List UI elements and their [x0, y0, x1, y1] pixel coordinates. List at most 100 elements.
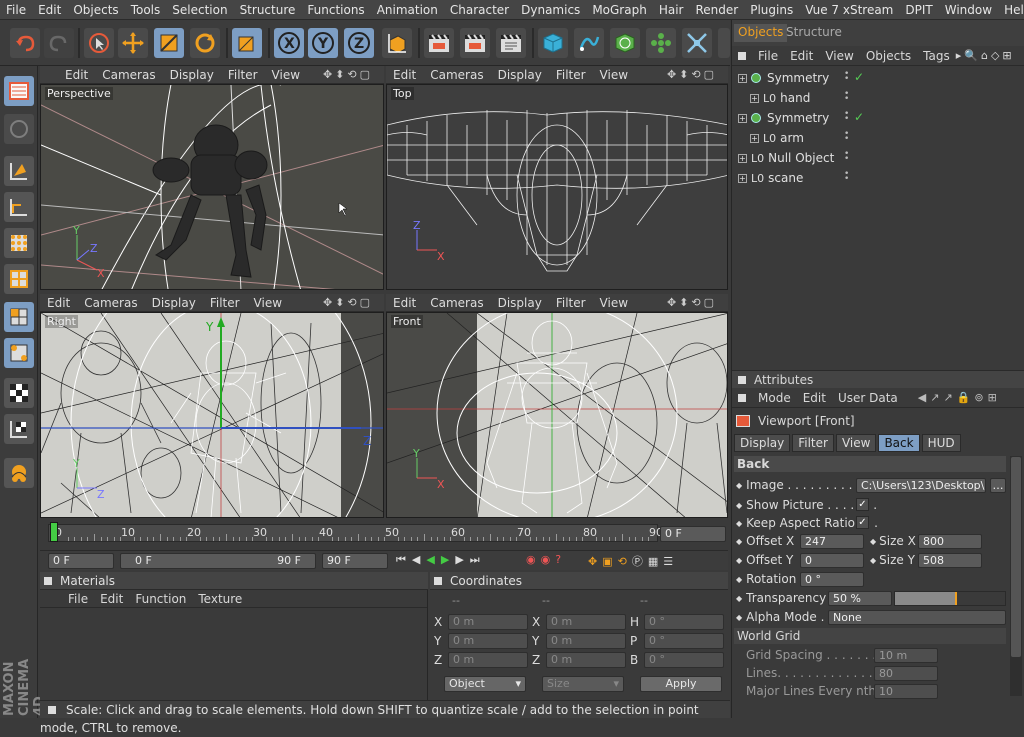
sculpt-icon[interactable] — [4, 458, 34, 488]
transparency-field[interactable]: 50 % — [828, 591, 892, 606]
materials-menu-edit[interactable]: Edit — [94, 592, 129, 606]
visibility-dots[interactable]: • • — [844, 130, 849, 144]
rotate-icon[interactable] — [190, 28, 220, 58]
vp-menu-display[interactable]: Display — [491, 68, 549, 82]
tab-structure[interactable]: Structure — [782, 24, 846, 42]
materials-menu-function[interactable]: Function — [129, 592, 192, 606]
coord-value-field[interactable]: 0 m — [546, 633, 626, 649]
attr-menu-edit[interactable]: Edit — [797, 391, 832, 405]
lines-field[interactable]: 80 — [874, 666, 938, 681]
current-frame-field[interactable]: 0 F — [660, 526, 726, 542]
viewport-nav-icons[interactable]: ✥⬍⟲▢ — [660, 296, 724, 309]
expand-icon[interactable]: + — [750, 93, 759, 103]
y-axis-icon[interactable]: Y — [308, 28, 338, 58]
objects-menu-edit[interactable]: Edit — [784, 49, 819, 63]
menu-hair[interactable]: Hair — [653, 3, 690, 17]
vp-menu-edit[interactable]: Edit — [386, 296, 423, 310]
coord-value-field[interactable]: 0 m — [546, 652, 626, 668]
attr-tab-hud[interactable]: HUD — [921, 434, 961, 452]
object-row[interactable]: + L0 arm — [738, 128, 804, 148]
expand-icon[interactable]: + — [738, 173, 747, 183]
vp-menu-edit[interactable]: Edit — [386, 68, 423, 82]
image-path-field[interactable]: C:\Users\123\Desktop\ — [856, 478, 986, 493]
edges-mode-icon[interactable] — [4, 264, 34, 294]
key-parameter-icon[interactable]: Ⓟ — [632, 555, 648, 568]
use-model-mode-icon[interactable] — [4, 76, 34, 106]
front-viewport[interactable]: Y X Front — [386, 312, 728, 518]
object-row[interactable]: + L0 Null Object — [738, 148, 834, 168]
coord-mode-select[interactable]: Object ▾ — [444, 676, 526, 692]
right-viewport[interactable]: Y Z Y Z Right — [40, 312, 384, 518]
vp-menu-filter[interactable]: Filter — [221, 68, 265, 82]
offset-x-field[interactable]: 247 — [800, 534, 864, 549]
render-settings-icon[interactable] — [496, 28, 526, 58]
menu-objects[interactable]: Objects — [67, 3, 124, 17]
range-slider[interactable]: 0 F 90 F — [120, 553, 316, 569]
show-picture-checkbox[interactable]: ✓ — [856, 498, 869, 511]
menu-help[interactable]: Help — [998, 3, 1024, 17]
scheme-icon[interactable]: ☰ — [663, 555, 678, 568]
viewport-nav-icons[interactable]: ✥⬍⟲▢ — [660, 68, 724, 81]
undo-icon[interactable] — [10, 28, 40, 58]
transparency-slider[interactable] — [894, 591, 1006, 606]
timeline-ruler[interactable]: 0 10 20 30 40 50 60 70 80 90 — [48, 524, 663, 542]
menu-dpit[interactable]: DPIT — [899, 3, 938, 17]
start-frame-field[interactable]: 0 F — [48, 553, 114, 569]
vp-menu-cameras[interactable]: Cameras — [95, 68, 162, 82]
objects-menu-file[interactable]: File — [752, 49, 784, 63]
key-rotation-icon[interactable]: ⟲ — [618, 555, 632, 568]
tab-objects[interactable]: Objects — [734, 24, 788, 42]
go-to-end-icon[interactable]: ⏭ — [470, 553, 486, 566]
perspective-viewport[interactable]: Y X Z Perspective — [40, 84, 384, 290]
alpha-mode-select[interactable]: None — [828, 610, 1006, 625]
object-row[interactable]: + L0 hand — [738, 88, 810, 108]
menu-animation[interactable]: Animation — [371, 3, 444, 17]
visibility-dots[interactable]: • • — [844, 170, 849, 184]
use-axis-mode-icon[interactable] — [4, 192, 34, 222]
objects-menu-objects[interactable]: Objects — [860, 49, 917, 63]
visibility-dots[interactable]: • • — [844, 110, 849, 124]
transport-controls[interactable]: ⏮◀◀▶▶⏭ — [396, 553, 486, 567]
vp-menu-display[interactable]: Display — [145, 296, 203, 310]
expand-icon[interactable]: + — [738, 113, 747, 123]
enable-axis-icon[interactable] — [4, 378, 34, 408]
enabled-check-icon[interactable]: ✓ — [854, 70, 864, 84]
array-icon[interactable] — [646, 28, 676, 58]
z-axis-icon[interactable]: Z — [344, 28, 374, 58]
use-object-mode-icon[interactable] — [4, 114, 34, 144]
attributes-scrollbar-thumb[interactable] — [1011, 457, 1021, 657]
key-position-icon[interactable]: ✥ — [588, 555, 602, 568]
prev-frame-icon[interactable]: ◀ — [412, 553, 426, 566]
coord-value-field[interactable]: 0 m — [448, 614, 528, 630]
render-picture-viewer-icon[interactable] — [460, 28, 490, 58]
coordinate-system-icon[interactable] — [382, 28, 412, 58]
coord-value-field[interactable]: 0 m — [448, 652, 528, 668]
expand-icon[interactable]: + — [750, 133, 759, 143]
vp-menu-filter[interactable]: Filter — [549, 296, 593, 310]
points-mode-icon[interactable] — [4, 228, 34, 258]
timeline[interactable]: 0 10 20 30 40 50 60 70 80 90 0 F — [40, 520, 728, 550]
use-texture-mode-icon[interactable] — [4, 156, 34, 186]
coord-value-field[interactable]: 0 ° — [644, 633, 724, 649]
keyframe-help-icon[interactable]: ? — [555, 553, 566, 566]
vp-menu-view[interactable]: View — [593, 296, 635, 310]
coord-size-select[interactable]: Size ▾ — [542, 676, 624, 692]
play-backward-icon[interactable]: ◀ — [426, 553, 440, 566]
attributes-scrollbar[interactable] — [1010, 456, 1022, 696]
menu-structure[interactable]: Structure — [234, 3, 302, 17]
texture-axis-icon[interactable] — [4, 414, 34, 444]
top-viewport[interactable]: Z X Top — [386, 84, 728, 290]
go-to-start-icon[interactable]: ⏮ — [396, 553, 412, 566]
vp-menu-display[interactable]: Display — [163, 68, 221, 82]
vp-menu-cameras[interactable]: Cameras — [423, 68, 490, 82]
menu-functions[interactable]: Functions — [301, 3, 370, 17]
vp-menu-view[interactable]: View — [593, 68, 635, 82]
spline-pen-icon[interactable] — [574, 28, 604, 58]
menu-dynamics[interactable]: Dynamics — [515, 3, 586, 17]
record-icon[interactable]: ◉ — [526, 553, 541, 566]
visibility-dots[interactable]: • • — [844, 150, 849, 164]
rotation-field[interactable]: 0 ° — [800, 572, 864, 587]
light-icon[interactable] — [718, 28, 730, 58]
visibility-dots[interactable]: • • — [844, 90, 849, 104]
play-forward-icon[interactable]: ▶ — [441, 553, 455, 566]
